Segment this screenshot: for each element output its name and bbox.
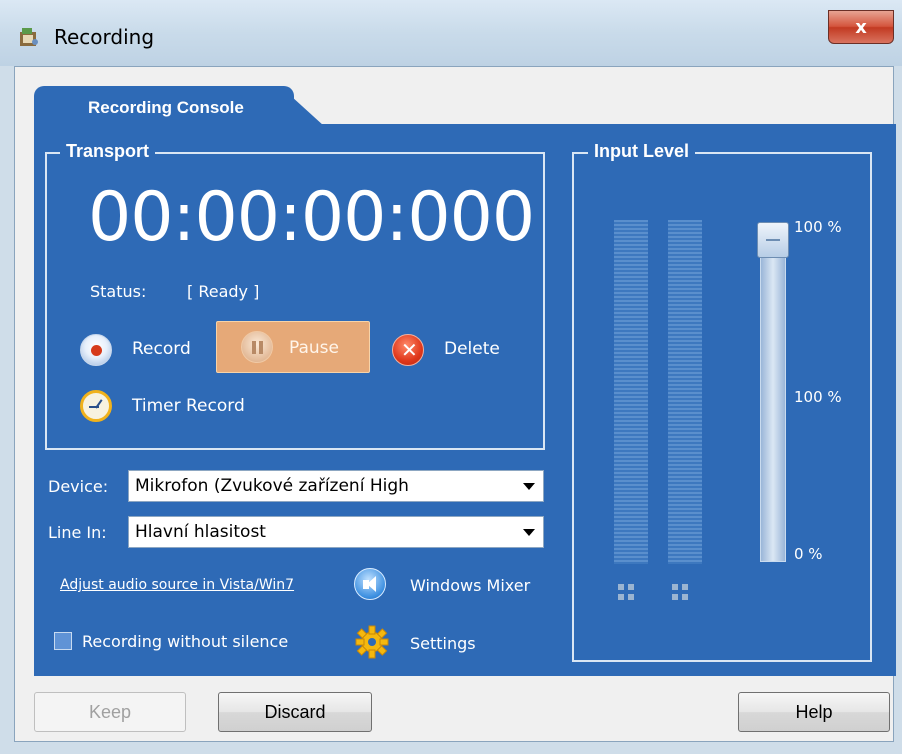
title-bar[interactable]: Recording x — [0, 0, 902, 66]
timer-clock-icon — [80, 390, 112, 422]
recording-window: Recording x Recording Console Transport … — [0, 0, 902, 754]
windows-mixer-label: Windows Mixer — [410, 576, 531, 595]
settings-label: Settings — [410, 634, 476, 653]
status-label: Status: — [90, 282, 147, 301]
level-meter-right — [668, 220, 702, 564]
line-in-select-value: Hlavní hlasitost — [135, 522, 266, 542]
device-select-value: Mikrofon (Zvukové zařízení High — [135, 476, 409, 496]
scale-top-label: 100 % — [794, 218, 842, 236]
app-icon — [20, 28, 38, 46]
input-level-slider[interactable] — [760, 222, 786, 562]
right-channel-indicator — [672, 584, 698, 606]
gear-icon — [355, 625, 389, 659]
chevron-down-icon — [523, 483, 535, 490]
timer-record-button[interactable]: Timer Record — [80, 386, 260, 426]
window-title: Recording — [54, 25, 155, 49]
record-button[interactable]: Record — [80, 330, 200, 370]
speaker-icon — [354, 568, 386, 600]
status-value: [ Ready ] — [187, 282, 260, 301]
silence-checkbox-label: Recording without silence — [82, 632, 289, 651]
adjust-audio-source-link[interactable]: Adjust audio source in Vista/Win7 — [60, 577, 294, 593]
scale-mid-label: 100 % — [794, 388, 842, 406]
help-button[interactable]: Help — [738, 692, 890, 732]
keep-button[interactable]: Keep — [34, 692, 186, 732]
delete-icon: ✕ — [392, 334, 424, 366]
input-level-slider-thumb[interactable] — [757, 222, 789, 258]
record-label: Record — [132, 339, 191, 359]
input-level-title: Input Level — [588, 141, 696, 162]
close-icon: x — [855, 16, 867, 38]
level-meter-left — [614, 220, 648, 564]
elapsed-time: 00:00:00:000 — [88, 178, 535, 257]
pause-icon — [241, 331, 273, 363]
scale-bottom-label: 0 % — [794, 545, 823, 563]
silence-checkbox-row[interactable]: Recording without silence — [52, 628, 312, 656]
timer-record-label: Timer Record — [132, 396, 245, 416]
silence-checkbox[interactable] — [54, 632, 72, 650]
tab-label: Recording Console — [88, 98, 244, 117]
pause-button[interactable]: Pause — [216, 321, 370, 373]
line-in-label: Line In: — [48, 523, 107, 542]
discard-button[interactable]: Discard — [218, 692, 372, 732]
device-label: Device: — [48, 477, 109, 496]
record-icon — [80, 334, 112, 366]
tab-edge — [280, 86, 324, 126]
line-in-select[interactable]: Hlavní hlasitost — [128, 516, 544, 548]
chevron-down-icon — [523, 529, 535, 536]
close-button[interactable]: x — [828, 10, 894, 44]
device-select[interactable]: Mikrofon (Zvukové zařízení High — [128, 470, 544, 502]
windows-mixer-button[interactable]: Windows Mixer — [354, 566, 544, 604]
pause-label: Pause — [289, 338, 339, 358]
settings-button[interactable]: Settings — [354, 622, 504, 662]
left-channel-indicator — [618, 584, 644, 606]
transport-title: Transport — [60, 141, 156, 162]
delete-label: Delete — [444, 339, 500, 359]
delete-button[interactable]: ✕ Delete — [392, 330, 512, 370]
